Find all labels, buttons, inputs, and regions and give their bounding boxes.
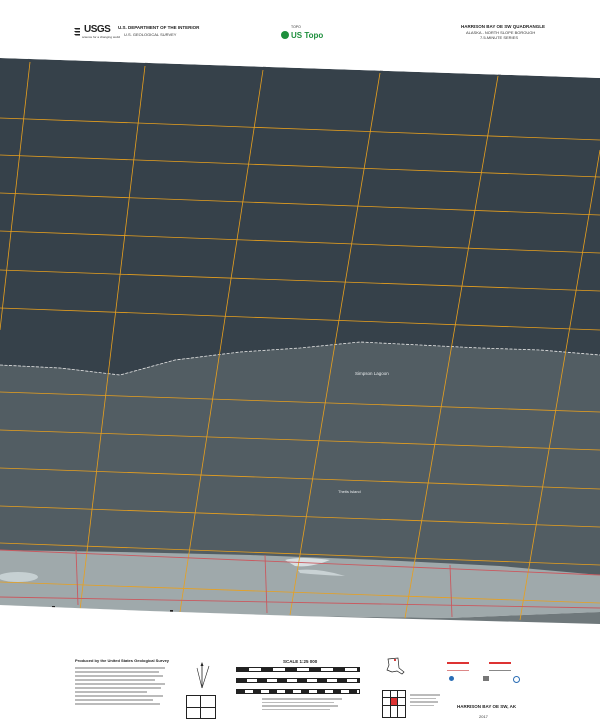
north-arrow-icon [187, 660, 217, 690]
label-water-feature: Simpson Lagoon [355, 371, 389, 376]
topographic-map [0, 0, 600, 725]
scale-title: SCALE 1:25 000 [283, 659, 318, 664]
adjoining-quads-box [382, 690, 406, 718]
quad-index-box [186, 695, 216, 719]
credits-title: Produced by the United States Geological… [75, 658, 170, 663]
footer-year: 2017 [479, 714, 488, 719]
ocean-deep-area [0, 58, 600, 355]
alaska-locator-icon [384, 656, 406, 680]
label-place: Thetis Island [338, 489, 361, 494]
department-label: U.S. DEPARTMENT OF THE INTERIOR [118, 25, 200, 30]
agency-logo-text: USGS [84, 24, 111, 35]
quad-subtitle-2: 7.5-MINUTE SERIES [480, 35, 519, 40]
us-topo-seal-icon [281, 31, 289, 39]
scale-bars [236, 667, 360, 694]
agency-tagline: science for a changing world [82, 35, 121, 39]
road-legend [447, 658, 527, 686]
series-name: US Topo [291, 31, 324, 40]
footer-quad-name: HARRISON BAY OE SW, AK [457, 704, 517, 709]
quad-title: HARRISON BAY OE SW QUADRANGLE [461, 24, 546, 29]
adjoining-quads-notes [410, 692, 440, 708]
credits-text-block [75, 665, 167, 707]
series-top-label: TOPO [291, 25, 301, 29]
survey-label: U.S. GEOLOGICAL SURVEY [124, 32, 177, 37]
scale-notes [262, 696, 342, 712]
